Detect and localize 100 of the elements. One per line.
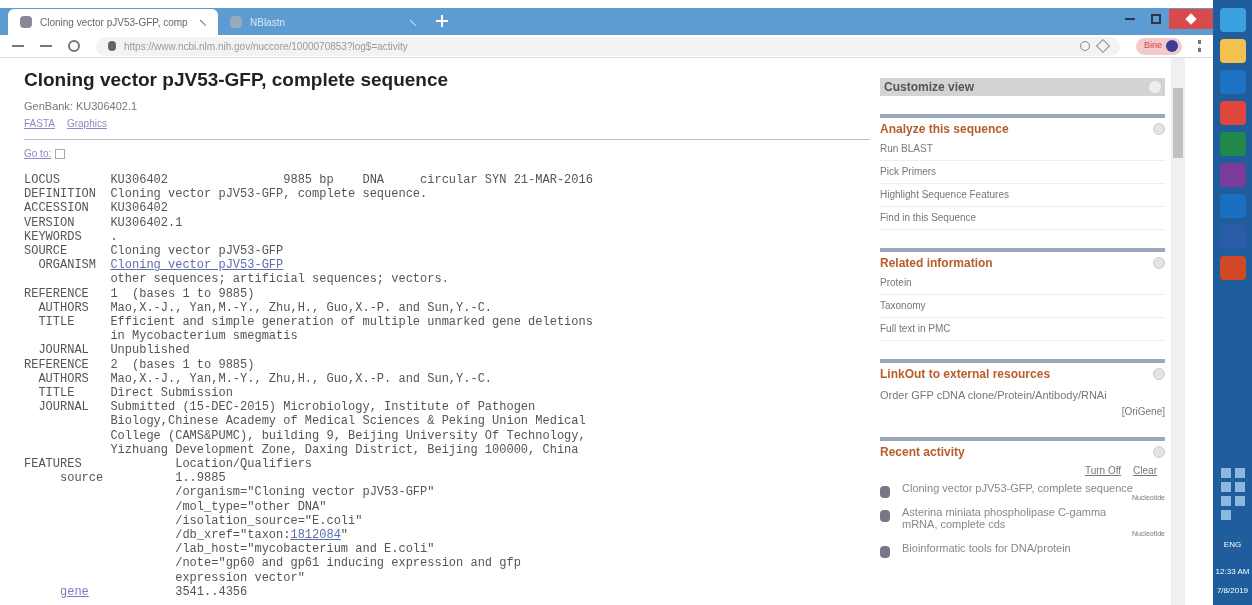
record-key: source [60,471,104,486]
sidebar-link[interactable]: Pick Primers [880,161,1165,184]
clock-date: 7/8/2019 [1216,585,1249,597]
record-key: DEFINITION [24,187,96,202]
language-indicator[interactable]: ENG [1223,539,1242,551]
record-text: 2 (bases 1 to 9885) [110,357,255,372]
goto-link[interactable]: Go to: [24,146,52,161]
section-title: Related information [880,255,993,272]
record-key: AUTHORS [38,300,89,315]
record-text: KU306402 9885 bp DNA circular SYN 21-MAR-2016 [110,173,593,188]
record-key: ORGANISM [38,258,96,273]
activity-action-link[interactable]: Turn Off [1084,462,1122,478]
record-key: REFERENCE [24,286,89,301]
record-key: FEATURES [24,457,82,472]
record-key: JOURNAL [38,400,89,415]
tray-icon[interactable] [1220,482,1231,492]
collapse-icon[interactable] [1153,123,1165,135]
record-text: Cloning vector pJV53-GFP, complete sequence. [110,187,428,202]
collapse-icon[interactable] [1153,257,1165,269]
address-bar[interactable]: https://www.ncbi.nlm.nih.gov/nuccore/1000070853?log$=activity [96,36,1120,56]
record-text: 3541..4356 [175,584,248,600]
app-icon[interactable] [1219,39,1246,63]
provider-label: [OriGene] [1121,404,1165,419]
record-text: Submitted (15-DEC-2015) Microbiology, Institute of Pathogen [110,400,537,415]
record-text: in Mycobacterium smegmatis [110,329,299,344]
app-icon[interactable] [1219,101,1246,125]
record-key: VERSION [24,215,75,230]
record-text: /db_xref="taxon: [175,528,291,543]
record-text: KU306402 [110,201,168,216]
tray-icon[interactable] [1234,496,1245,506]
record-text: Efficient and simple generation of multiple unmarked gene deletions [110,315,593,330]
record-text: /organism="Cloning vector pJV53-GFP" [175,485,436,500]
linkout-link[interactable]: Order GFP cDNA clone/Protein/Antibody/RNAi [880,387,1165,404]
record-key: KEYWORDS [24,229,82,244]
browser-tab[interactable]: Cloning vector pJV53-GFP, comp [8,9,218,35]
sidebar-link[interactable]: Find in this Sequence [880,207,1165,230]
collapse-icon[interactable] [1153,445,1165,458]
record-text: College (CAMS&PUMC), building 9, Beijing University Of Technology, [110,428,586,443]
page-icon [230,16,242,28]
record-text: Mao,X.-J., Yan,M.-Y., Zhu,H., Guo,X.-P. and Sun,Y.-C. [110,300,493,316]
sidebar-link[interactable]: Taxonomy [880,295,1165,318]
section-title: Analyze this sequence [880,121,1009,138]
reload-icon[interactable] [68,40,80,52]
collapse-icon[interactable] [1153,368,1165,380]
record-text: Biology,Chinese Academy of Medical Sciences & Peking Union Medical [110,414,586,429]
tray-icon[interactable] [1234,482,1245,492]
record-key: TITLE [38,315,75,330]
record-text: " [340,528,349,543]
tray-icon[interactable] [1234,468,1245,478]
sidebar-link[interactable]: Run BLAST [880,138,1165,161]
page-title: Cloning vector pJV53-GFP, complete sequence [24,68,450,92]
record-text: Cloning vector pJV53-GFP [110,244,284,259]
record-text: Yizhuang Development Zone, Daxing District, Beijing 100000, China [110,442,580,458]
sidebar-link[interactable]: Highlight Sequence Features [880,184,1165,207]
profile-button[interactable]: Bine [1136,37,1182,55]
record-key: LOCUS [24,173,60,187]
activity-link[interactable]: Asterina miniata phospholipase C-gamma mRNA, complete cds [902,505,1165,530]
clock-time: 12:33 AM [1215,566,1250,578]
record-text: . [110,229,118,244]
record-key: REFERENCE [24,357,89,372]
record-text: expression vector" [175,570,306,585]
record-text: /isolation_source="E.coli" [175,513,364,529]
tab-title: Cloning vector pJV53-GFP, comp [40,15,189,30]
tray-icon[interactable] [1220,468,1231,478]
sidebar-link[interactable]: Protein [880,272,1165,295]
sidebar-link[interactable]: Full text in PMC [880,318,1165,341]
page-icon [20,16,32,28]
tray-icon[interactable] [1220,510,1231,520]
record-key: SOURCE [24,244,68,258]
record-text: KU306402.1 [110,215,183,230]
new-tab-icon[interactable] [436,15,448,27]
record-key: TITLE [38,386,75,401]
record-text: Direct Submission [110,386,233,401]
record-text: /mol_type="other DNA" [175,499,328,514]
activity-link[interactable]: Cloning vector pJV53-GFP, complete sequence [902,481,1165,494]
document-icon [880,545,890,558]
record-text: other sequences; artificial sequences; vectors. [110,272,449,287]
record-text: Unpublished [110,343,190,358]
app-icon[interactable] [1219,8,1246,32]
dropdown-icon[interactable] [55,148,66,159]
record-text: /lab_host="mycobacterium and E.coli" [175,542,436,557]
format-link[interactable]: Graphics [66,116,107,131]
record-text: 1..9885 [175,471,227,486]
feature-key-link[interactable]: gene [60,584,89,599]
document-icon [880,509,890,522]
activity-action-link[interactable]: Clear [1133,462,1157,478]
section-title: Recent activity [880,443,965,461]
menu-icon[interactable] [1198,40,1201,52]
record-key: AUTHORS [38,371,89,386]
tray-icon[interactable] [1220,496,1231,506]
activity-link[interactable]: Bioinformatic tools for DNA/protein [902,541,1165,554]
scrollbar[interactable] [1171,58,1185,605]
record-key: ACCESSION [24,201,89,216]
collapse-icon[interactable] [1149,81,1161,93]
taxon-link[interactable]: 1812084 [290,528,341,543]
document-icon [880,485,890,498]
browser-tab[interactable]: NBlastn [218,9,428,35]
organism-link[interactable]: Cloning vector pJV53-GFP [110,258,284,273]
record-text: Mao,X.-J., Yan,M.-Y., Zhu,H., Guo,X.-P. and Sun,Y.-C. [110,371,493,387]
format-link[interactable]: FASTA [24,116,55,131]
